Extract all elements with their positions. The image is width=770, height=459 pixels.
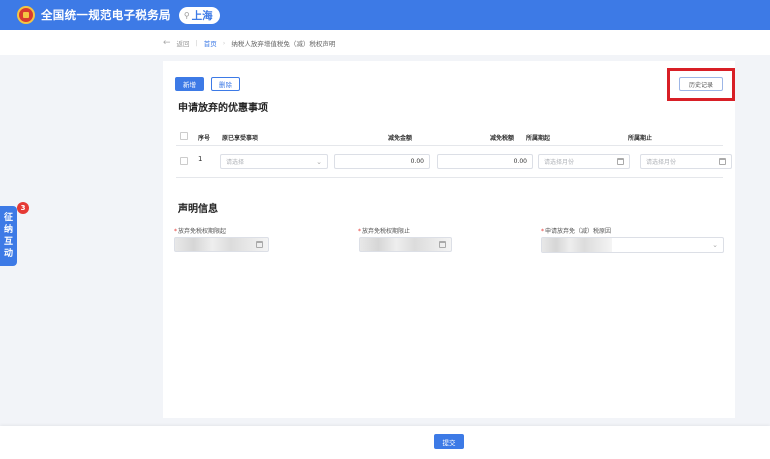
delete-button[interactable]: 删除 — [211, 77, 240, 91]
col-index: 序号 — [198, 135, 211, 142]
waiver-start-date-input[interactable] — [174, 237, 269, 252]
breadcrumb-chevron-icon: › — [222, 38, 226, 47]
chevron-down-icon: ⌄ — [712, 241, 718, 249]
location-pin-icon: ⚲ — [183, 10, 190, 20]
breadcrumb-divider: | — [195, 38, 198, 47]
breadcrumb-current: 纳税人放弃增值税免（减）税权声明 — [231, 39, 336, 48]
waiver-reason-label: *申请放弃免（减）税原因 — [541, 228, 612, 235]
calendar-icon — [256, 241, 263, 248]
preferences-table-header: 序号 原已享受事项 减免金额 减免税额 所属期起 所属期止 — [176, 128, 723, 146]
row-index: 1 — [198, 155, 203, 163]
col-period-start: 所属期起 — [526, 135, 551, 142]
region-label: 上海 — [191, 9, 213, 22]
back-arrow-icon[interactable]: ← — [163, 38, 171, 48]
waiver-end-date-input[interactable] — [359, 237, 452, 252]
breadcrumb: ← 返回 | 首页 › 纳税人放弃增值税免（减）税权声明 — [0, 30, 770, 55]
tax-emblem-logo — [17, 6, 35, 24]
col-exempt-amount: 减免金额 — [388, 135, 413, 142]
add-button[interactable]: 新增 — [175, 77, 204, 91]
footer-bar: 提交 — [0, 426, 770, 459]
calendar-icon — [617, 158, 624, 165]
breadcrumb-home-link[interactable]: 首页 — [204, 38, 217, 48]
interaction-side-tab[interactable]: 征 纳 互 动 — [0, 206, 17, 266]
table-row: 1 请选择 ⌄ 0.00 0.00 请选择月份 请选择月份 — [176, 146, 732, 178]
waiver-end-label: *放弃免税权期限止 — [358, 228, 411, 235]
original-item-select[interactable]: 请选择 ⌄ — [220, 154, 328, 169]
main-form-card: 新增 删除 历史记录 申请放弃的优惠事项 序号 原已享受事项 减免金额 减免税额… — [163, 61, 735, 418]
select-all-checkbox[interactable] — [180, 132, 188, 140]
period-end-picker[interactable]: 请选择月份 — [640, 154, 732, 169]
preferences-section-title: 申请放弃的优惠事项 — [178, 103, 268, 114]
period-start-picker[interactable]: 请选择月份 — [538, 154, 630, 169]
back-link[interactable]: 返回 — [177, 38, 190, 48]
waiver-reason-select[interactable]: ⌄ — [541, 237, 724, 253]
redacted-reason-value — [542, 238, 612, 252]
notification-badge: 3 — [17, 202, 29, 214]
col-original-item: 原已享受事项 — [222, 135, 259, 142]
submit-button[interactable]: 提交 — [434, 434, 464, 449]
calendar-icon — [439, 241, 446, 248]
history-button[interactable]: 历史记录 — [679, 77, 723, 91]
calendar-icon — [719, 158, 726, 165]
col-exempt-tax: 减免税额 — [490, 135, 515, 142]
history-highlight-box: 历史记录 — [667, 68, 735, 101]
region-selector[interactable]: ⚲ 上海 — [178, 6, 220, 24]
top-header: 全国统一规范电子税务局 ⚲ 上海 — [0, 0, 770, 30]
row-checkbox[interactable] — [180, 157, 188, 165]
statement-section-title: 声明信息 — [178, 204, 218, 215]
waiver-start-label: *放弃免税权期限起 — [174, 228, 227, 235]
app-title: 全国统一规范电子税务局 — [41, 8, 171, 22]
exempt-tax-input[interactable]: 0.00 — [437, 154, 533, 169]
chevron-down-icon: ⌄ — [316, 157, 322, 166]
exempt-amount-input[interactable]: 0.00 — [334, 154, 430, 169]
col-period-end: 所属期止 — [628, 135, 653, 142]
